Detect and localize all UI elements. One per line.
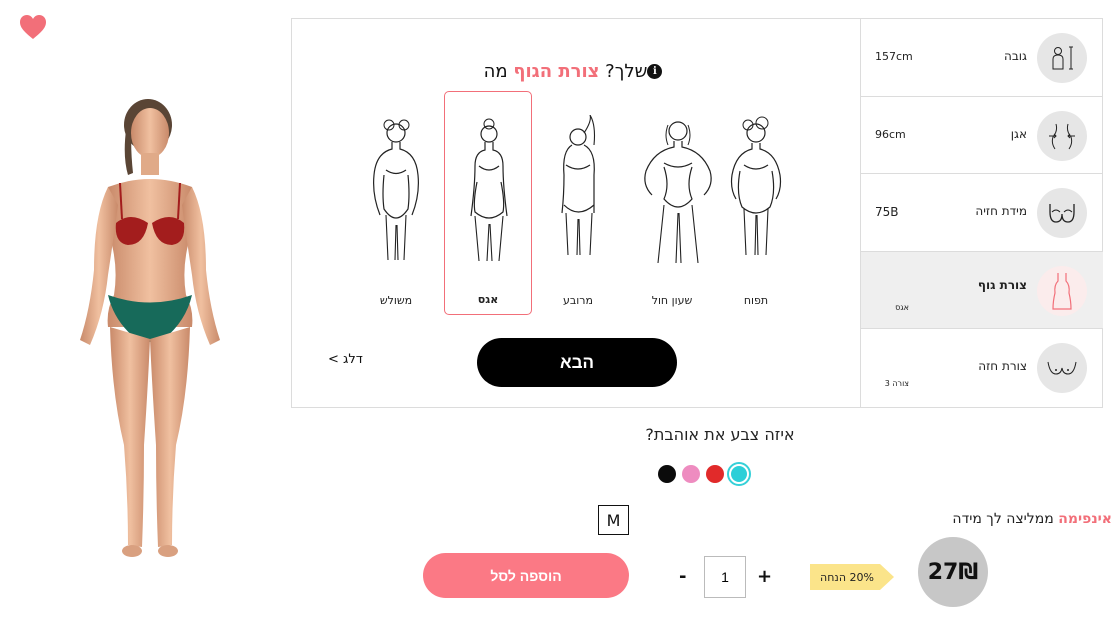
- shape-option-rectangle[interactable]: מרובע: [534, 91, 622, 315]
- size-recommendation: אינפימה ממליצה לך מידה: [640, 511, 1112, 527]
- color-swatch-red[interactable]: [706, 465, 724, 483]
- step-hips[interactable]: אגן 96cm: [861, 97, 1103, 175]
- measurement-steps: גובה 157cm אגן 96cm מידת חזיה 75B צורת ג…: [860, 19, 1103, 407]
- apple-body-icon: [730, 116, 782, 256]
- step-bra-size[interactable]: מידת חזיה 75B: [861, 174, 1103, 252]
- add-to-cart-button[interactable]: הוספה לסל: [423, 553, 629, 598]
- shape-option-hourglass[interactable]: שעון חול: [628, 91, 716, 315]
- quantity-increase-button[interactable]: +: [757, 566, 772, 587]
- next-button[interactable]: הבא: [477, 338, 677, 387]
- color-swatch-black[interactable]: [658, 465, 676, 483]
- body-shape-options: משולש אגס מרובע שעון חול תפוח: [352, 91, 802, 315]
- color-swatch-pink[interactable]: [682, 465, 700, 483]
- step-value: אגס: [895, 302, 909, 312]
- shape-option-triangle[interactable]: משולש: [352, 91, 440, 315]
- shape-option-apple[interactable]: תפוח: [712, 91, 800, 315]
- step-label: מידת חזיה: [975, 204, 1027, 219]
- step-value: צורה 3: [884, 379, 909, 389]
- shape-option-pear[interactable]: אגס: [444, 91, 532, 315]
- color-question: איזה צבע את אוהבת?: [645, 425, 795, 444]
- step-value: 75B: [875, 205, 899, 220]
- shape-name: משולש: [379, 294, 413, 307]
- body-shape-question: iשלך? צורת הגוף מה: [292, 61, 860, 82]
- skip-link[interactable]: דלג >: [328, 352, 363, 367]
- pear-body-icon: [470, 118, 508, 262]
- body-model-avatar: [70, 95, 250, 575]
- discount-text: 20% הנחה: [820, 570, 874, 584]
- body-shape-icon: [1037, 265, 1087, 316]
- shape-name: אגס: [477, 293, 499, 306]
- step-body-shape[interactable]: צורת גוף אגס: [861, 251, 1103, 330]
- step-height[interactable]: גובה 157cm: [861, 19, 1103, 97]
- discount-badge: 20% הנחה: [810, 562, 894, 592]
- step-breast-shape[interactable]: צורת חזה צורה 3: [861, 329, 1103, 407]
- quantity-input[interactable]: [704, 556, 746, 598]
- breast-shape-icon: [1037, 343, 1087, 394]
- price-badge: 27₪: [918, 537, 988, 607]
- step-label: אגן: [1010, 126, 1027, 141]
- hips-icon: [1037, 110, 1087, 161]
- rectangle-body-icon: [561, 115, 596, 256]
- heart-icon[interactable]: [19, 14, 47, 40]
- triangle-body-icon: [373, 119, 419, 261]
- step-label: צורת חזה: [978, 359, 1027, 374]
- bra-icon: [1037, 188, 1087, 239]
- quantity-decrease-button[interactable]: -: [679, 566, 686, 587]
- step-value: 157cm: [875, 50, 913, 63]
- color-swatch-turquoise[interactable]: [727, 462, 751, 486]
- shape-name: שעון חול: [651, 294, 693, 307]
- height-icon: [1037, 33, 1087, 83]
- recommended-size[interactable]: M: [598, 505, 629, 535]
- recommendation-text: ממליצה לך מידה: [952, 511, 1054, 527]
- brand-name: אינפימה: [1058, 511, 1112, 527]
- body-shape-panel: iשלך? צורת הגוף מה משולש אגס מרובע שעון …: [291, 18, 1103, 408]
- step-value: 96cm: [875, 127, 906, 141]
- shape-name: תפוח: [743, 294, 769, 307]
- shape-name: מרובע: [563, 294, 593, 307]
- info-icon[interactable]: i: [647, 64, 663, 79]
- hourglass-body-icon: [644, 121, 712, 264]
- step-label: גובה: [1004, 49, 1027, 63]
- step-label: צורת גוף: [977, 277, 1027, 292]
